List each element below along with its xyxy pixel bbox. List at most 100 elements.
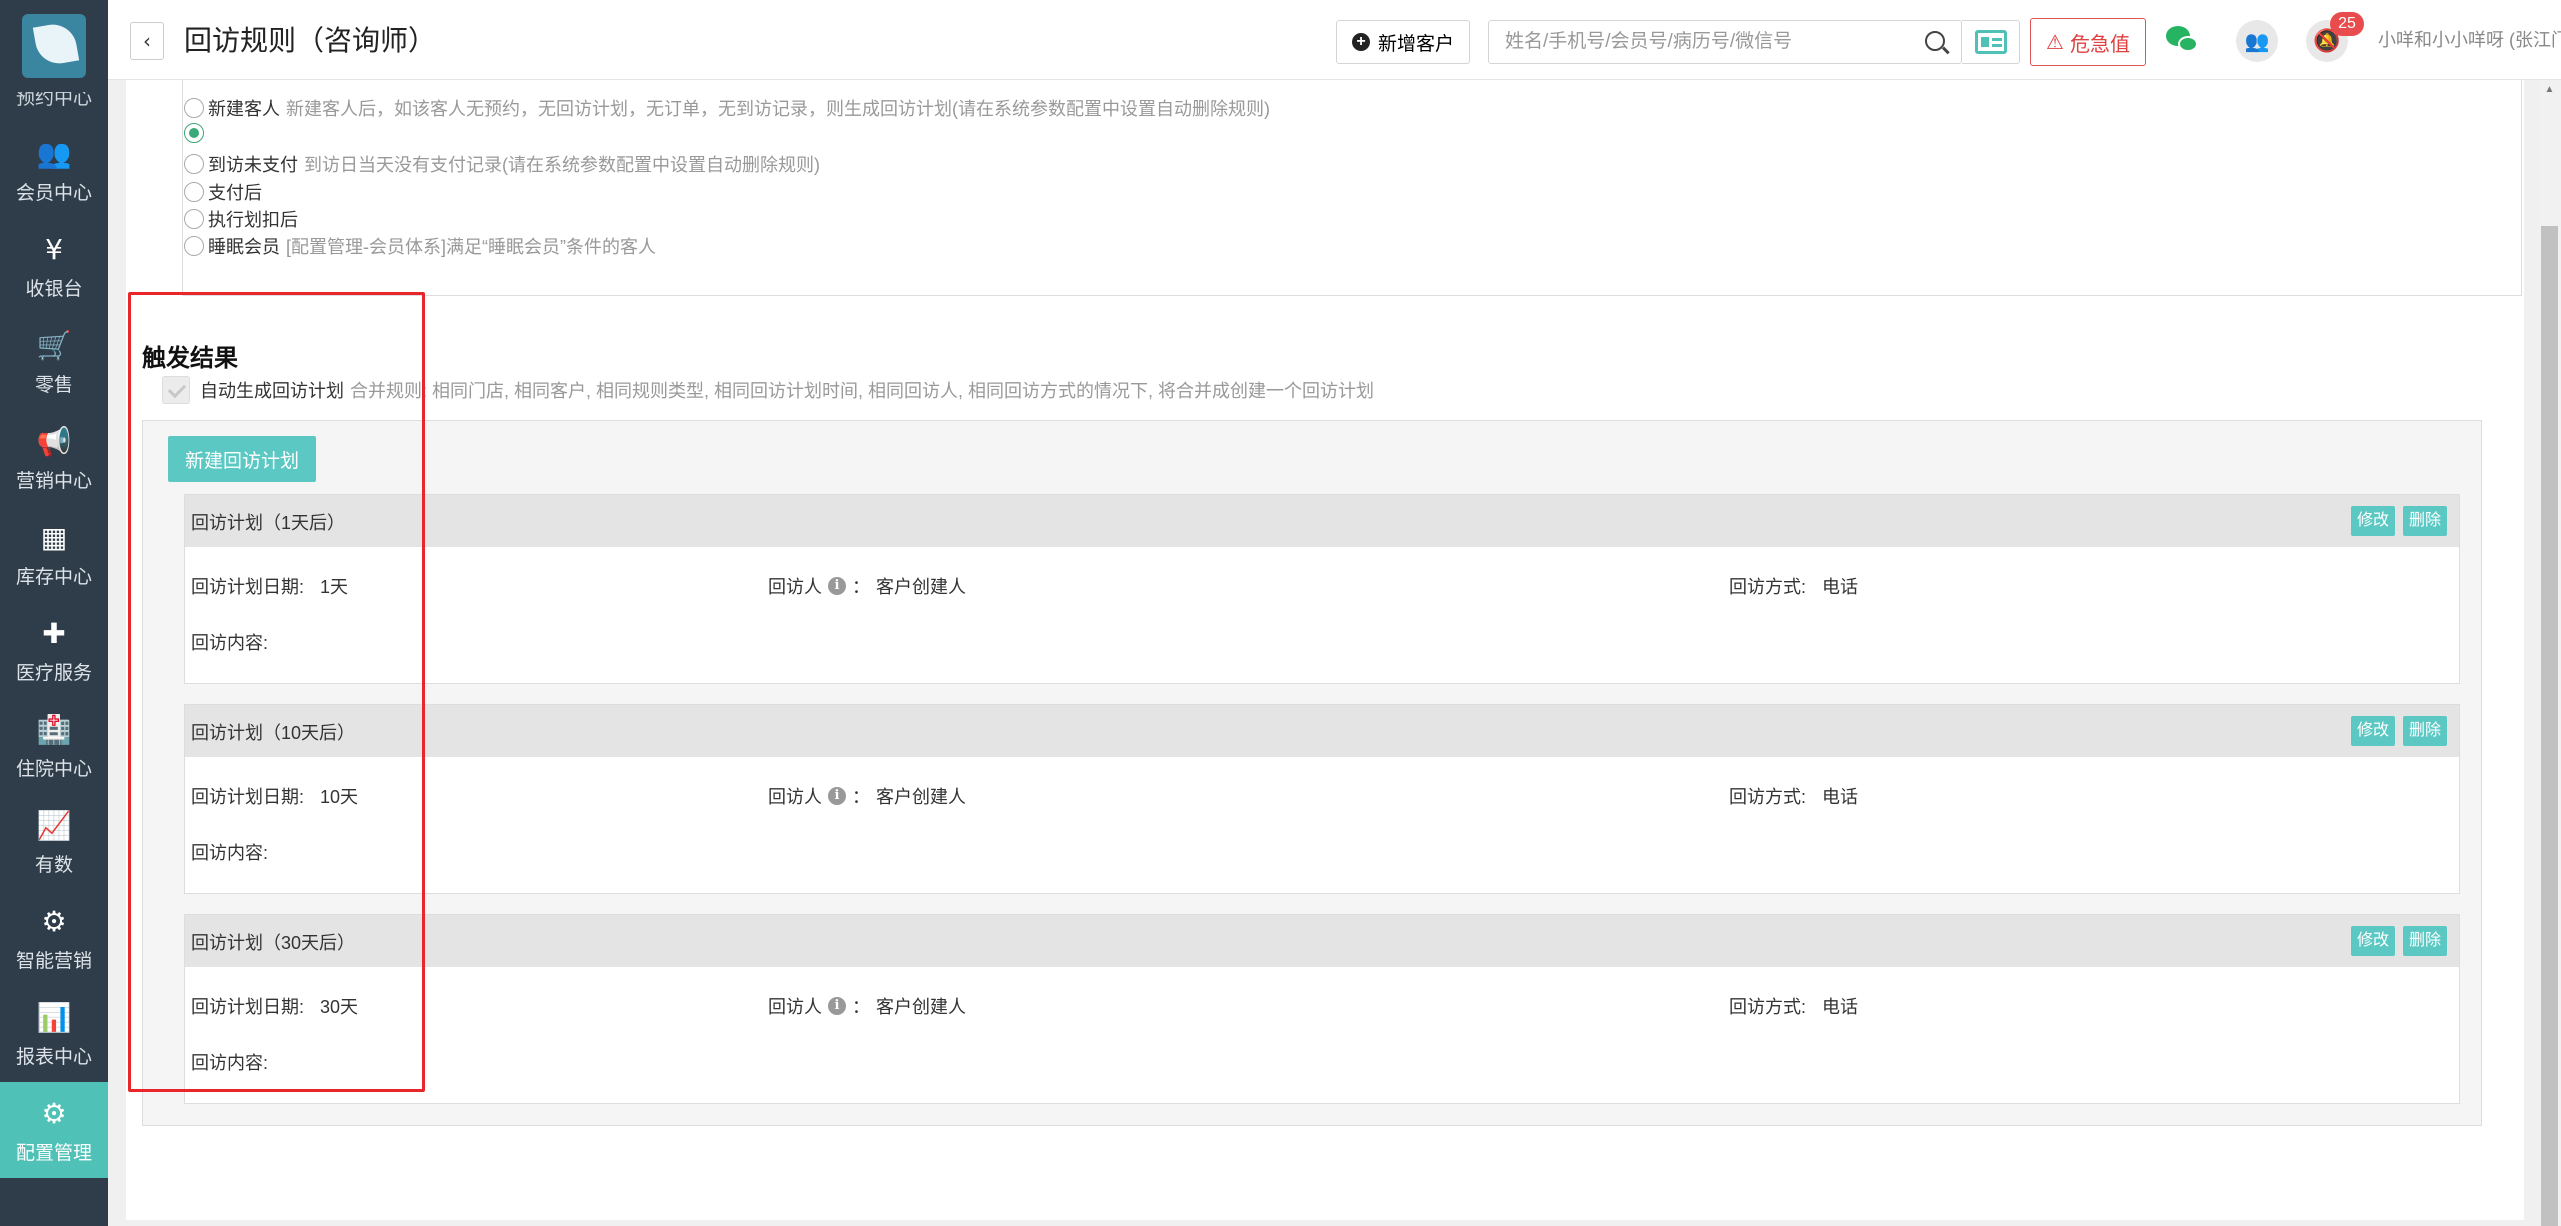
- trigger-condition-option[interactable]: 支付后: [184, 179, 268, 205]
- trigger-condition-option[interactable]: 睡眠会员 [配置管理-会员体系]满足“睡眠会员”条件的客人: [184, 233, 656, 259]
- merge-rule-hint: 合并规则: 相同门店, 相同客户, 相同规则类型, 相同回访计划时间, 相同回访…: [350, 381, 1375, 401]
- condition-hint: [配置管理-会员体系]满足“睡眠会员”条件的客人: [286, 237, 656, 257]
- scroll-up-arrow-icon[interactable]: ▲: [2541, 84, 2558, 98]
- sidebar-item-label: 有数: [34, 854, 73, 876]
- main-content: 新建客人 新建客人后，如该客人无预约，无回访计划，无订单，无到访记录，则生成回访计…: [126, 80, 2524, 1220]
- sidebar-item-label: 医疗服务: [15, 662, 92, 684]
- plan-person-value: 客户创建人: [876, 577, 966, 597]
- plan-method-label: 回访方式:: [1729, 787, 1807, 807]
- sidebar-item-grid[interactable]: ▦ 库存中心: [0, 506, 108, 602]
- sidebar-item-label: 零售: [34, 374, 73, 396]
- group-users-icon[interactable]: 👥: [2236, 20, 2278, 62]
- search-input[interactable]: [1489, 21, 1889, 63]
- plan-person-label: 回访人: [768, 577, 822, 597]
- back-button[interactable]: ‹: [130, 22, 164, 60]
- condition-label: 到访未支付: [208, 155, 298, 175]
- sidebar-item-label: 库存中心: [15, 566, 92, 588]
- sidebar-item-users[interactable]: 👥 会员中心: [0, 122, 108, 218]
- scrollbar-thumb[interactable]: [2541, 226, 2558, 1226]
- building-icon: 🏥: [36, 712, 72, 746]
- sidebar-item-partial[interactable]: 预约中心: [0, 92, 108, 122]
- sidebar-item-gear[interactable]: ⚙ 配置管理: [0, 1082, 108, 1178]
- bar-chart-icon: 📊: [36, 1000, 72, 1034]
- sidebar-item-label: 报表中心: [15, 1046, 92, 1068]
- plan-method-row: 回访方式: 电话: [1729, 573, 1858, 599]
- trigger-condition-option[interactable]: 执行划扣后: [184, 206, 304, 232]
- plan-method-value: 电话: [1822, 577, 1859, 597]
- plan-method-row: 回访方式: 电话: [1729, 993, 1858, 1019]
- plan-date-value: 1天: [320, 577, 349, 597]
- trigger-condition-option[interactable]: 到访未支付 到访日当天没有支付记录(请在系统参数配置中设置自动删除规则): [184, 151, 820, 177]
- plan-person-row: 回访人 i ： 客户创建人: [768, 783, 966, 809]
- info-icon[interactable]: i: [828, 787, 846, 805]
- sidebar-item-trend[interactable]: 📈 有数: [0, 794, 108, 890]
- plan-person-label: 回访人: [768, 997, 822, 1017]
- page-title: 回访规则（咨询师）: [184, 25, 437, 56]
- new-customer-button[interactable]: + 新增客户: [1336, 20, 1470, 64]
- critical-value-label: 危急值: [2069, 33, 2130, 56]
- plan-date-row: 回访计划日期: 1天: [191, 573, 348, 599]
- followup-plan-card: 回访计划（1天后） 修改 删除 回访计划日期: 1天 回访人 i ： 客户创建人…: [184, 494, 2460, 684]
- critical-value-button[interactable]: ⚠ 危急值: [2030, 18, 2146, 66]
- megaphone-icon: 📢: [36, 424, 72, 458]
- condition-label: 支付后: [208, 183, 262, 203]
- sidebar-item-label: 营销中心: [15, 470, 92, 492]
- sidebar-item-label: 收银台: [25, 278, 83, 300]
- app-logo[interactable]: [0, 0, 108, 92]
- sidebar-item-medkit[interactable]: ✚ 医疗服务: [0, 602, 108, 698]
- plan-person-row: 回访人 i ： 客户创建人: [768, 993, 966, 1019]
- radio-button[interactable]: [184, 123, 204, 143]
- condition-label: 睡眠会员: [208, 237, 280, 257]
- edit-plan-button[interactable]: 修改: [2351, 926, 2396, 956]
- trigger-condition-option[interactable]: 新建客人 新建客人后，如该客人无预约，无回访计划，无订单，无到访记录，则生成回访计…: [184, 95, 1270, 121]
- edit-plan-button[interactable]: 修改: [2351, 716, 2396, 746]
- plan-method-label: 回访方式:: [1729, 577, 1807, 597]
- id-card-reader-button[interactable]: [1962, 20, 2020, 64]
- search-icon[interactable]: [1925, 31, 1945, 51]
- plus-circle-icon: +: [1351, 33, 1370, 51]
- delete-plan-button[interactable]: 删除: [2403, 506, 2448, 536]
- plan-date-label: 回访计划日期:: [191, 577, 305, 597]
- info-icon[interactable]: i: [828, 997, 846, 1015]
- plan-content-label: 回访内容:: [191, 633, 269, 653]
- delete-plan-button[interactable]: 删除: [2403, 926, 2448, 956]
- condition-label: 执行划扣后: [208, 210, 298, 230]
- user-menu[interactable]: 小咩和小小咩呀 (张江门诊部) ⌄: [2378, 26, 2561, 52]
- plan-person-separator: ：: [852, 997, 870, 1017]
- trigger-condition-option[interactable]: [184, 123, 214, 143]
- sidebar: 预约中心 👥 会员中心 ¥ 收银台 🛒 零售 📢 营销中心 ▦ 库存中心 ✚ 医疗服务 🏥 住院中心 📈 有数…: [0, 0, 108, 1226]
- plan-method-row: 回访方式: 电话: [1729, 783, 1858, 809]
- sidebar-item-yen[interactable]: ¥ 收银台: [0, 218, 108, 314]
- plan-method-value: 电话: [1822, 997, 1859, 1017]
- cart-icon: 🛒: [36, 328, 72, 362]
- delete-plan-button[interactable]: 删除: [2403, 716, 2448, 746]
- sidebar-item-cart[interactable]: 🛒 零售: [0, 314, 108, 410]
- info-icon[interactable]: i: [828, 577, 846, 595]
- radio-button[interactable]: [184, 154, 204, 174]
- sidebar-item-label: 配置管理: [15, 1142, 92, 1164]
- plan-header: 回访计划（30天后） 修改 删除: [185, 915, 2459, 967]
- plan-date-value: 10天: [320, 787, 359, 807]
- edit-plan-button[interactable]: 修改: [2351, 506, 2396, 536]
- plan-person-label: 回访人: [768, 787, 822, 807]
- plan-content-row: 回访内容:: [191, 1049, 268, 1075]
- sidebar-item-building[interactable]: 🏥 住院中心: [0, 698, 108, 794]
- auto-generate-checkbox[interactable]: [162, 376, 190, 404]
- sidebar-item-bar-chart[interactable]: 📊 报表中心: [0, 986, 108, 1082]
- radio-button[interactable]: [184, 236, 204, 256]
- radio-button[interactable]: [184, 98, 204, 118]
- radio-button[interactable]: [184, 209, 204, 229]
- sidebar-item-label: 住院中心: [15, 758, 92, 780]
- auto-generate-row: 自动生成回访计划 合并规则: 相同门店, 相同客户, 相同规则类型, 相同回访计…: [162, 376, 1374, 404]
- grid-icon: ▦: [40, 520, 68, 554]
- sidebar-item-smart[interactable]: ⚙ 智能营销: [0, 890, 108, 986]
- search-box: [1488, 20, 1962, 64]
- new-plan-button[interactable]: 新建回访计划: [168, 436, 316, 482]
- new-customer-label: 新增客户: [1377, 33, 1454, 55]
- wechat-icon[interactable]: [2166, 24, 2200, 56]
- condition-label: 新建客人: [208, 99, 280, 119]
- radio-button[interactable]: [184, 182, 204, 202]
- sidebar-item-megaphone[interactable]: 📢 营销中心: [0, 410, 108, 506]
- logo-leaf-icon: [22, 14, 86, 78]
- plan-title: 回访计划（10天后）: [191, 723, 356, 743]
